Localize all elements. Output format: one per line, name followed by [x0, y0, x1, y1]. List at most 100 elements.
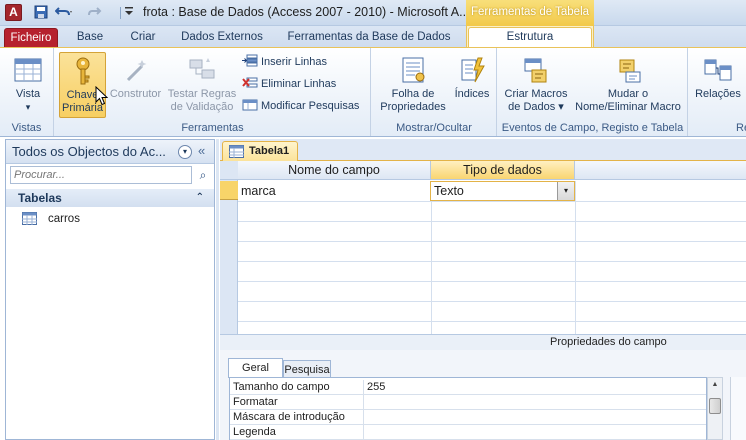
column-header-data-type[interactable]: Tipo de dados: [431, 161, 575, 180]
property-row[interactable]: Tamanho do campo 255: [230, 380, 706, 395]
grid-divider: [431, 181, 432, 334]
create-data-macros-button[interactable]: Criar Macros de Dados ▾: [501, 52, 571, 118]
tab-database-tools[interactable]: Ferramentas da Base de Dados: [283, 28, 455, 48]
nav-item-label: carros: [48, 213, 80, 225]
tab-create[interactable]: Criar: [123, 28, 163, 48]
modify-lookups-icon: [242, 98, 258, 112]
tab-external-data[interactable]: Dados Externos: [176, 28, 268, 48]
tab-home[interactable]: Base: [70, 28, 110, 48]
test-rules-label-1: Testar Regras: [167, 88, 237, 100]
pane-splitter[interactable]: [216, 139, 219, 440]
access-app-icon[interactable]: A: [5, 4, 22, 21]
group-events: Criar Macros de Dados ▾ Mudar o Nome/Eli…: [498, 48, 688, 136]
group-views-label: Vistas: [11, 122, 42, 134]
property-row[interactable]: Formatar: [230, 395, 706, 410]
document-tab-tabela1[interactable]: Tabela1: [222, 141, 298, 161]
nav-item-carros[interactable]: carros: [6, 209, 214, 229]
qat-separator: [120, 7, 121, 19]
nav-search-input[interactable]: [10, 166, 192, 184]
property-sheet-button[interactable]: Folha de Propriedades: [376, 52, 450, 118]
document-tab-bar: Tabela1: [220, 139, 746, 161]
relationships-label: Relações: [695, 88, 741, 100]
grid-line: [238, 281, 746, 282]
nav-dropdown-icon[interactable]: ▾: [178, 145, 192, 159]
nav-group-tables[interactable]: Tabelas ⌃: [6, 189, 214, 207]
create-macros-label-2: de Dados ▾: [508, 101, 564, 113]
redo-icon[interactable]: [86, 5, 106, 21]
properties-scrollbar[interactable]: ▲: [707, 377, 723, 440]
field-properties-bar: Propriedades do campo: [220, 334, 746, 350]
key-icon: [67, 55, 99, 87]
chevron-down-icon[interactable]: ▾: [557, 182, 574, 200]
rename-macro-label-1: Mudar o: [607, 88, 649, 100]
nav-pane-header[interactable]: Todos os Objectos do Ac... ▾ «: [6, 140, 214, 164]
navigation-pane: Todos os Objectos do Ac... ▾ « ⌕ Tabelas…: [5, 139, 215, 440]
property-divider: [363, 380, 364, 395]
builder-button[interactable]: Construtor: [108, 52, 163, 118]
create-macros-label-1: Criar Macros: [504, 88, 568, 100]
undo-icon[interactable]: [54, 5, 74, 21]
indexes-label: Índices: [454, 88, 490, 100]
property-divider: [363, 395, 364, 410]
tab-design[interactable]: Estrutura: [468, 27, 592, 48]
column-header-field-name[interactable]: Nome do campo: [238, 161, 431, 180]
group-relationships: Relações Re: [689, 48, 746, 136]
indexes-icon: [456, 54, 488, 86]
property-name: Formatar: [233, 396, 278, 408]
property-sheet-icon: [397, 54, 429, 86]
select-all-corner[interactable]: [220, 161, 238, 180]
ribbon: Vista ▾ Vistas Chave Primária Construtor…: [0, 47, 746, 137]
builder-label: Construtor: [109, 88, 162, 100]
insert-rows-button[interactable]: Inserir Linhas: [242, 53, 327, 71]
delete-rows-label: Eliminar Linhas: [261, 78, 337, 90]
scroll-thumb[interactable]: [709, 398, 721, 414]
nav-collapse-icon[interactable]: «: [198, 143, 205, 158]
title-bar: A frota : Base de Dados (Access 2007 - 2…: [0, 0, 746, 26]
field-name-cell[interactable]: marca: [238, 181, 431, 201]
tab-file[interactable]: Ficheiro: [4, 28, 58, 48]
tab-general[interactable]: Geral: [228, 358, 283, 378]
magic-wand-icon: [120, 54, 152, 86]
property-name: Legenda: [233, 426, 276, 438]
insert-rows-icon: [242, 54, 258, 68]
customize-qat-icon[interactable]: [123, 5, 135, 21]
tab-lookup[interactable]: Pesquisa: [283, 360, 331, 378]
grid-divider: [575, 181, 576, 334]
scroll-up-icon[interactable]: ▲: [708, 378, 722, 392]
primary-key-label-1: Chave: [66, 89, 99, 101]
field-properties-list: Tamanho do campo 255 Formatar Máscara de…: [229, 377, 707, 440]
save-icon[interactable]: [33, 5, 49, 21]
insert-rows-label: Inserir Linhas: [261, 56, 328, 68]
grid-line: [238, 261, 746, 262]
field-properties-title: Propriedades do campo: [550, 336, 667, 348]
window-title: frota : Base de Dados (Access 2007 - 201…: [143, 5, 470, 19]
property-row[interactable]: Máscara de introdução: [230, 410, 706, 425]
group-views: Vista ▾ Vistas: [0, 48, 54, 136]
delete-rows-button[interactable]: Eliminar Linhas: [242, 75, 336, 93]
primary-key-button[interactable]: Chave Primária: [59, 52, 106, 118]
table-design-icon: [229, 145, 244, 158]
nav-pane-title: Todos os Objectos do Ac...: [12, 144, 166, 159]
nav-group-label: Tabelas: [18, 191, 62, 205]
property-sheet-label-2: Propriedades: [380, 101, 446, 113]
search-icon[interactable]: ⌕: [194, 166, 212, 184]
table-icon: [22, 212, 37, 225]
property-name: Máscara de introdução: [233, 411, 345, 423]
group-events-label: Eventos de Campo, Registo e Tabela: [501, 122, 684, 134]
group-tools-label: Ferramentas: [181, 122, 244, 134]
test-validation-rules-button[interactable]: Testar Regras de Validação: [166, 52, 238, 118]
modify-lookups-button[interactable]: Modificar Pesquisas: [242, 97, 359, 115]
relationships-button[interactable]: Relações: [693, 52, 743, 118]
view-button[interactable]: Vista ▾: [6, 52, 50, 118]
modify-lookups-label: Modificar Pesquisas: [261, 100, 360, 112]
chevron-up-icon: ⌃: [195, 192, 204, 203]
property-row[interactable]: Legenda: [230, 425, 706, 440]
indexes-button[interactable]: Índices: [452, 52, 492, 118]
property-value[interactable]: 255: [367, 380, 385, 394]
data-type-select[interactable]: Texto ▾: [430, 181, 575, 201]
property-name: Tamanho do campo: [233, 381, 330, 393]
rename-delete-macro-button[interactable]: Mudar o Nome/Eliminar Macro: [572, 52, 684, 118]
row-selector-current[interactable]: [220, 181, 238, 200]
property-divider: [363, 425, 364, 440]
validation-rules-icon: [186, 54, 218, 86]
